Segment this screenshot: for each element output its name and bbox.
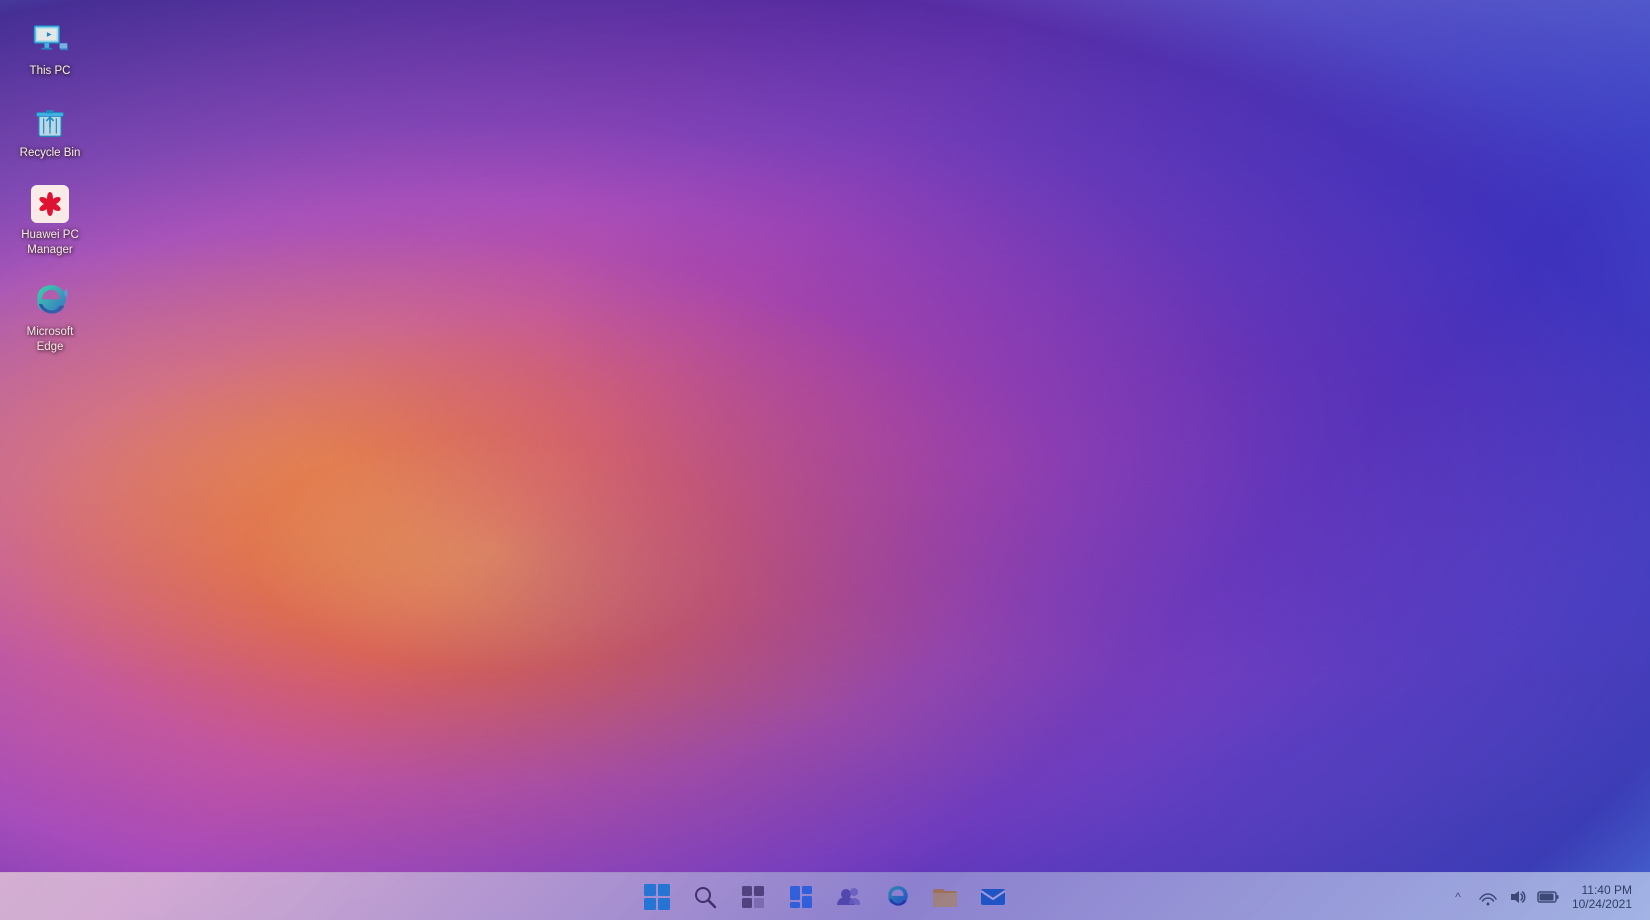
clock-time: 11:40 PM [1582, 883, 1632, 897]
this-pc-icon [30, 20, 70, 60]
desktop: This PC [0, 0, 1650, 920]
microsoft-edge-label: Microsoft Edge [15, 325, 85, 355]
teams-chat-button[interactable] [827, 875, 871, 919]
taskbar: ^ [0, 872, 1650, 920]
network-tray-icon[interactable] [1476, 885, 1500, 909]
recycle-bin-icon [30, 102, 70, 142]
clock-date: 10/24/2021 [1572, 897, 1632, 911]
huawei-pc-manager-label: Huawei PC Manager [15, 228, 85, 258]
desktop-icon-huawei-pc-manager[interactable]: Huawei PC Manager [10, 179, 90, 263]
taskbar-center-icons [635, 875, 1015, 919]
huawei-icon-box [31, 185, 69, 223]
this-pc-label: This PC [30, 64, 71, 79]
widgets-button[interactable] [779, 875, 823, 919]
desktop-icon-this-pc[interactable]: This PC [10, 15, 90, 84]
mail-button[interactable] [971, 875, 1015, 919]
system-tray: ^ [1446, 881, 1650, 913]
desktop-icon-microsoft-edge[interactable]: Microsoft Edge [10, 276, 90, 360]
battery-tray-icon[interactable] [1536, 885, 1560, 909]
task-view-button[interactable] [731, 875, 775, 919]
desktop-icons-area: This PC [0, 0, 90, 368]
sound-tray-icon[interactable] [1506, 885, 1530, 909]
huawei-pc-manager-icon [30, 184, 70, 224]
recycle-bin-label: Recycle Bin [20, 146, 81, 161]
edge-taskbar-button[interactable] [875, 875, 919, 919]
clock-display[interactable]: 11:40 PM 10/24/2021 [1566, 881, 1638, 913]
microsoft-edge-icon [30, 281, 70, 321]
show-hidden-icons-button[interactable]: ^ [1446, 885, 1470, 909]
file-explorer-button[interactable] [923, 875, 967, 919]
start-button[interactable] [635, 875, 679, 919]
desktop-icon-recycle-bin[interactable]: Recycle Bin [10, 97, 90, 166]
search-button[interactable] [683, 875, 727, 919]
